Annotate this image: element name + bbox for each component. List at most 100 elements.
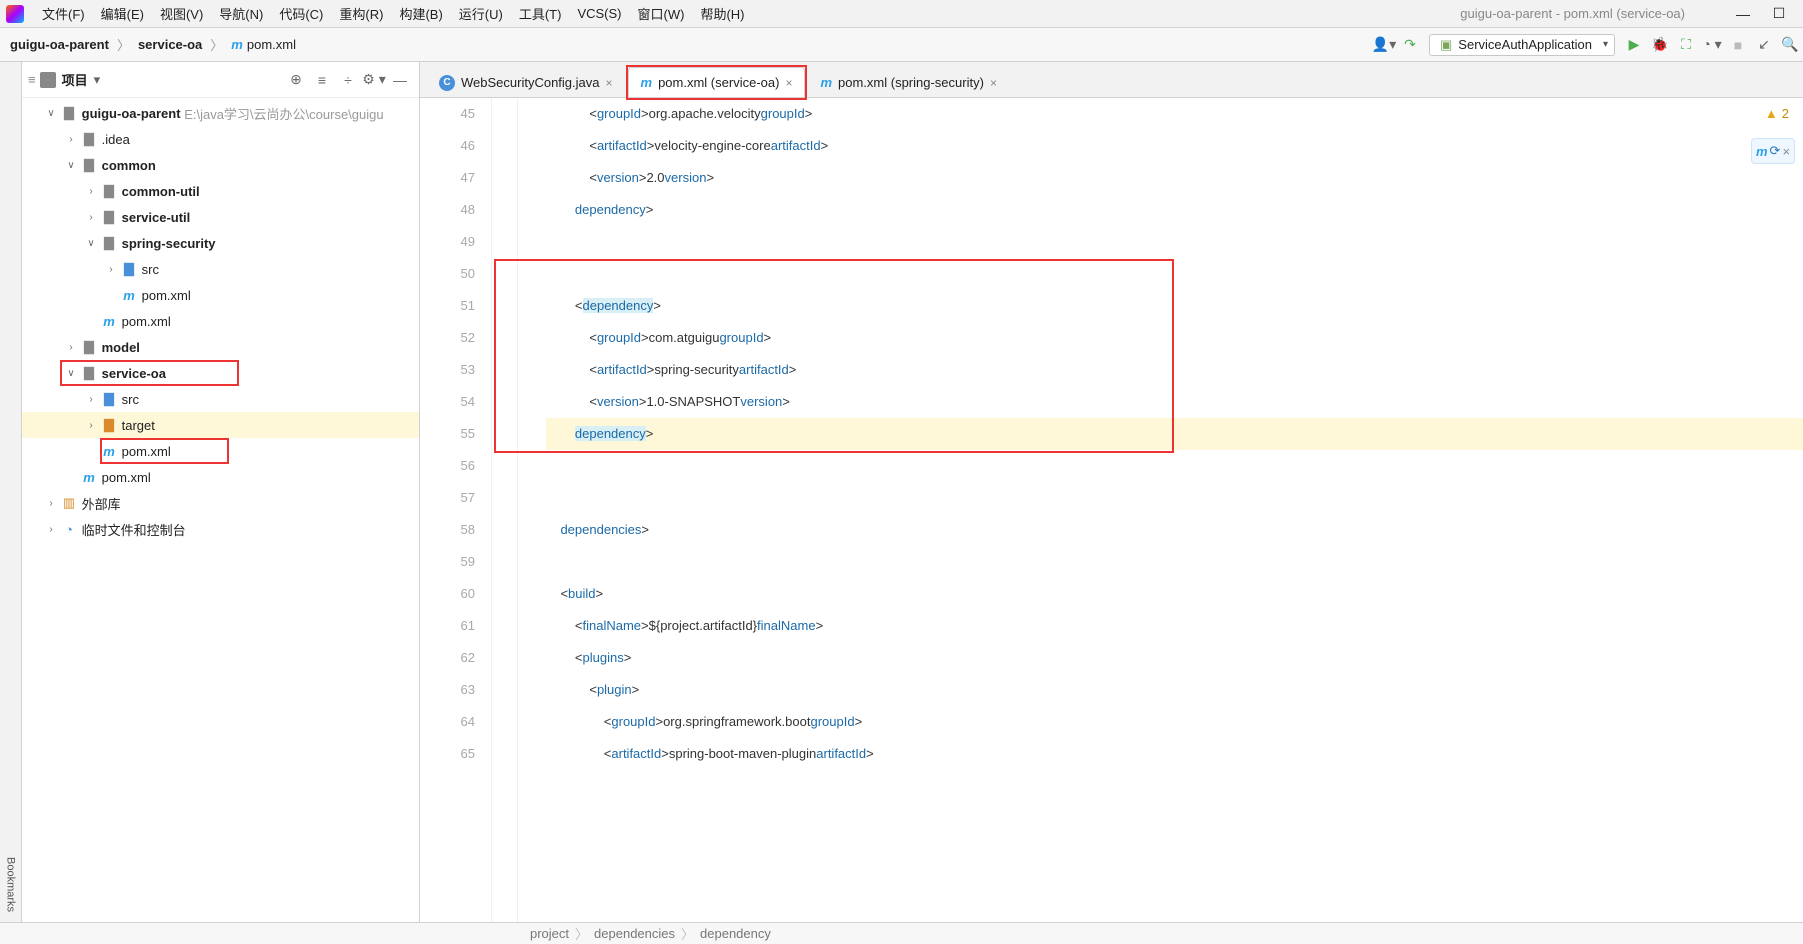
menu-view[interactable]: 视图(V) <box>152 4 211 23</box>
collapse-all-icon[interactable]: ÷ <box>335 72 361 88</box>
run-configuration-dropdown[interactable]: ▣ ServiceAuthApplication <box>1429 34 1615 56</box>
tree-service-oa[interactable]: ∨▇ service-oa <box>22 360 419 386</box>
status-crumb[interactable]: dependencies <box>594 926 675 941</box>
tab-label: WebSecurityConfig.java <box>461 75 600 90</box>
menu-edit[interactable]: 编辑(E) <box>93 4 152 23</box>
tree-scratches[interactable]: ›◔ 临时文件和控制台 <box>22 516 419 542</box>
tree-ss-pom[interactable]: m pom.xml <box>22 282 419 308</box>
hide-tool-window-icon[interactable]: — <box>387 72 413 88</box>
git-update-icon[interactable]: ↙ <box>1751 36 1777 53</box>
window-title: guigu-oa-parent - pom.xml (service-oa) <box>1460 6 1725 21</box>
menu-build[interactable]: 构建(B) <box>391 4 450 23</box>
minimize-button[interactable]: — <box>1725 6 1761 22</box>
tab-label: pom.xml (spring-security) <box>838 75 984 90</box>
debug-button-icon[interactable]: 🐞 <box>1647 36 1673 53</box>
close-icon[interactable]: × <box>785 76 792 90</box>
spring-boot-icon: ▣ <box>1440 37 1452 53</box>
tree-soa-target[interactable]: ›▇ target <box>22 412 419 438</box>
tab-label: pom.xml (service-oa) <box>658 75 779 90</box>
menu-code[interactable]: 代码(C) <box>271 4 331 23</box>
tree-spring-security-label: spring-security <box>122 236 216 251</box>
code-content[interactable]: <groupId>org.apache.velocitygroupId> <ar… <box>518 98 1803 922</box>
tree-soa-pom[interactable]: m pom.xml <box>22 438 419 464</box>
tree-idea[interactable]: ›▇ .idea <box>22 126 419 152</box>
stop-button-icon[interactable]: ■ <box>1725 37 1751 53</box>
status-crumb[interactable]: dependency <box>700 926 771 941</box>
project-view-icon <box>40 72 56 88</box>
profiler-button-icon[interactable]: ◔ ▾ <box>1699 36 1725 53</box>
line-number-gutter: 4546474849505152535455565758596061626364… <box>420 98 492 922</box>
build-hammer-icon[interactable]: ↷ <box>1397 36 1423 53</box>
project-tree[interactable]: ∨▇ guigu-oa-parent E:\java学习\云尚办公\course… <box>22 98 419 922</box>
editor-area: C WebSecurityConfig.java × m pom.xml (se… <box>420 62 1803 922</box>
tree-ss-src[interactable]: ›▇ src <box>22 256 419 282</box>
tree-root[interactable]: ∨▇ guigu-oa-parent E:\java学习\云尚办公\course… <box>22 100 419 126</box>
tree-model[interactable]: ›▇ model <box>22 334 419 360</box>
tree-soa-src-label: src <box>122 392 139 407</box>
settings-gear-icon[interactable]: ⚙ ▾ <box>361 71 387 88</box>
tree-ss-src-label: src <box>142 262 159 277</box>
warning-count: 2 <box>1782 106 1789 121</box>
maven-file-icon: m <box>641 75 653 90</box>
search-everywhere-icon[interactable]: 🔍 <box>1777 36 1803 53</box>
menu-vcs[interactable]: VCS(S) <box>569 6 629 21</box>
breadcrumb-sep-icon: 〉 <box>111 35 136 54</box>
tree-ss-pom-label: pom.xml <box>142 288 191 303</box>
user-icon[interactable]: 👤▾ <box>1371 36 1397 53</box>
tree-root-pom[interactable]: m pom.xml <box>22 464 419 490</box>
expand-all-icon[interactable]: ≡ <box>309 72 335 88</box>
left-tool-strip[interactable]: Bookmarks <box>0 62 22 922</box>
tree-common-pom-label: pom.xml <box>122 314 171 329</box>
problems-badge[interactable]: ▲2 <box>1765 106 1789 121</box>
project-tool-window: ≡ 项目 ▾ ⊕ ≡ ÷ ⚙ ▾ — ∨▇ guigu-oa-parent E:… <box>22 62 420 922</box>
menu-run[interactable]: 运行(U) <box>451 4 511 23</box>
tree-common-label: common <box>102 158 156 173</box>
breadcrumb-file-label: pom.xml <box>247 37 296 52</box>
editor-tabs: C WebSecurityConfig.java × m pom.xml (se… <box>420 62 1803 98</box>
breadcrumb-file[interactable]: mpom.xml <box>231 37 296 52</box>
reload-icon: ⟳ <box>1770 143 1781 159</box>
maximize-button[interactable]: ☐ <box>1761 5 1797 22</box>
menu-file[interactable]: 文件(F) <box>34 4 93 23</box>
menu-refactor[interactable]: 重构(R) <box>331 4 391 23</box>
project-header: ≡ 项目 ▾ ⊕ ≡ ÷ ⚙ ▾ — <box>22 62 419 98</box>
tree-common-util[interactable]: ›▇ common-util <box>22 178 419 204</box>
tree-common[interactable]: ∨▇ common <box>22 152 419 178</box>
breadcrumb-module[interactable]: service-oa <box>138 37 202 52</box>
tree-service-oa-label: service-oa <box>102 366 166 381</box>
menu-help[interactable]: 帮助(H) <box>692 4 752 23</box>
tab-pom-spring-security[interactable]: m pom.xml (spring-security) × <box>807 67 1010 97</box>
menu-navigate[interactable]: 导航(N) <box>211 4 271 23</box>
warning-icon: ▲ <box>1765 106 1778 121</box>
tree-external-libs-label: 外部库 <box>82 494 121 513</box>
close-icon[interactable]: × <box>606 76 613 90</box>
code-editor[interactable]: 4546474849505152535455565758596061626364… <box>420 98 1803 922</box>
main-split: Bookmarks ≡ 项目 ▾ ⊕ ≡ ÷ ⚙ ▾ — ∨▇ guigu-oa… <box>0 62 1803 922</box>
select-opened-file-icon[interactable]: ⊕ <box>283 71 309 88</box>
breadcrumb-root[interactable]: guigu-oa-parent <box>10 37 109 52</box>
run-button-icon[interactable]: ▶ <box>1621 36 1647 53</box>
coverage-button-icon[interactable]: ⛶ <box>1673 36 1699 53</box>
tree-service-util[interactable]: ›▇ service-util <box>22 204 419 230</box>
maven-reload-badge[interactable]: m⟳× <box>1751 138 1795 164</box>
menu-tools[interactable]: 工具(T) <box>511 4 570 23</box>
project-title[interactable]: 项目 <box>62 70 88 89</box>
status-crumb[interactable]: project <box>530 926 569 941</box>
tree-root-label: guigu-oa-parent <box>82 106 181 121</box>
maven-file-icon: m <box>820 75 832 90</box>
chevron-down-icon[interactable]: ▾ <box>94 72 101 88</box>
tree-soa-src[interactable]: ›▇ src <box>22 386 419 412</box>
tree-spring-security[interactable]: ∨▇ spring-security <box>22 230 419 256</box>
maven-icon: m <box>1756 144 1768 159</box>
tab-websecurityconfig[interactable]: C WebSecurityConfig.java × <box>426 67 626 97</box>
close-icon[interactable]: × <box>1782 144 1790 159</box>
menu-window[interactable]: 窗口(W) <box>630 4 693 23</box>
breadcrumb: guigu-oa-parent 〉 service-oa 〉 mpom.xml <box>0 35 296 54</box>
tree-external-libs[interactable]: ›▥ 外部库 <box>22 490 419 516</box>
tree-common-pom[interactable]: m pom.xml <box>22 308 419 334</box>
tree-idea-label: .idea <box>102 132 130 147</box>
app-logo-icon <box>6 5 24 23</box>
tab-pom-service-oa[interactable]: m pom.xml (service-oa) × <box>628 67 806 97</box>
close-icon[interactable]: × <box>990 76 997 90</box>
tree-root-pom-label: pom.xml <box>102 470 151 485</box>
